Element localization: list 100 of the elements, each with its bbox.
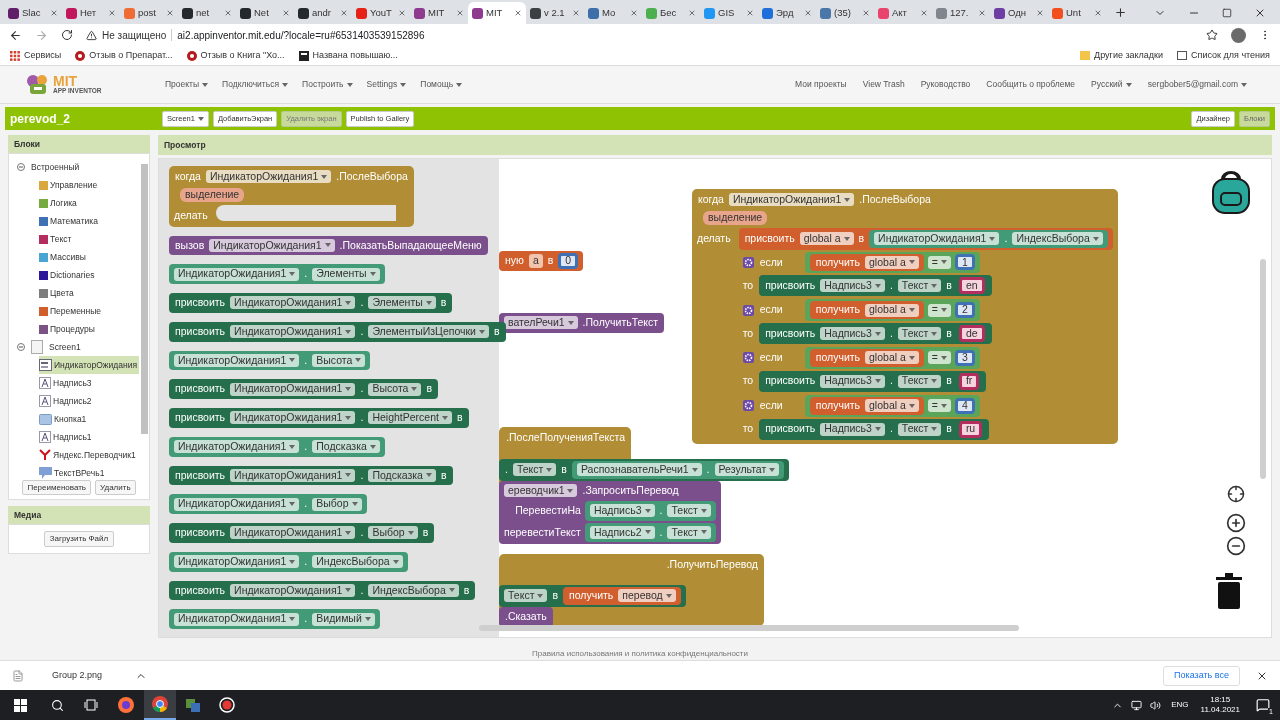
notifications-icon[interactable] xyxy=(1256,698,1270,712)
get-variable-block[interactable]: получить global a xyxy=(809,396,924,415)
block-dropdown[interactable]: ЭлементыИзЦепочки xyxy=(368,325,489,339)
block-dropdown[interactable]: Текст xyxy=(897,279,942,293)
gear-icon[interactable] xyxy=(742,400,754,412)
block-dropdown[interactable]: ИндикаторОжидания1 xyxy=(174,612,300,626)
block-dropdown[interactable]: Текст xyxy=(667,504,711,518)
new-tab-icon[interactable] xyxy=(1114,6,1127,19)
tree-item[interactable]: Управление xyxy=(39,176,139,194)
browser-tab[interactable]: (35) xyxy=(816,2,874,24)
tree-item[interactable]: Математика xyxy=(39,212,139,230)
text-block[interactable]: en xyxy=(958,277,985,295)
setter-block[interactable]: присвоить Надпись3 . Текст в de xyxy=(759,323,992,344)
browser-tab[interactable]: Бес xyxy=(642,2,700,24)
browser-tab[interactable]: v 2.1 xyxy=(526,2,584,24)
block-dropdown[interactable]: ИндексВыбора xyxy=(312,555,403,569)
tree-item[interactable]: Яндекс.Переводчик1 xyxy=(39,446,139,464)
collapse-icon[interactable] xyxy=(17,163,25,171)
scrollbar[interactable] xyxy=(1260,259,1266,479)
browser-tab[interactable]: net xyxy=(178,2,236,24)
security-label[interactable]: Не защищено xyxy=(102,27,167,43)
gear-icon[interactable] xyxy=(742,304,754,316)
tree-item[interactable]: Процедуры xyxy=(39,320,139,338)
setter-block[interactable]: присвоить ИндикаторОжидания1 . Элементы в xyxy=(169,293,453,313)
setter-block[interactable]: присвоить ИндикаторОжидания1 . ЭлементыИзЦепочки в xyxy=(169,321,506,342)
browser-tab[interactable]: Эрд xyxy=(758,2,816,24)
setter-block[interactable]: присвоить ИндикаторОжидания1 . Выбор в xyxy=(169,523,435,543)
getter-block[interactable]: ИндикаторОжидания1 . Высота xyxy=(169,350,371,371)
event-block[interactable]: когда ИндикаторОжидания1 .ПослеВыбора выделение делать xyxy=(169,166,414,227)
language-indicator[interactable]: ENG xyxy=(1171,699,1189,711)
scrollbar[interactable] xyxy=(141,164,148,434)
collapse-icon[interactable] xyxy=(17,343,25,351)
block-dropdown[interactable]: ИндикаторОжидания1 xyxy=(874,232,1000,246)
browser-tab[interactable]: 127. xyxy=(932,2,990,24)
tree-item[interactable]: Встроенный xyxy=(31,160,80,174)
tree-item[interactable]: Переменные xyxy=(39,302,139,320)
block-dropdown[interactable]: = xyxy=(927,255,951,269)
compare-block[interactable]: получить global a = 4 xyxy=(804,394,980,417)
text-block[interactable]: ru xyxy=(958,420,983,438)
block-dropdown[interactable]: перевод xyxy=(618,589,676,603)
chrome-taskbar-item[interactable] xyxy=(144,690,176,720)
getter-block[interactable]: Надпись3 . Текст xyxy=(584,500,716,521)
gear-icon[interactable] xyxy=(742,256,754,268)
getter-block[interactable]: ИндикаторОжидания1 . Выбор xyxy=(169,494,367,514)
set-variable-block[interactable]: присвоить global a в ИндикаторОжидания1 . ИндексВыбора xyxy=(738,227,1113,250)
backpack-icon[interactable] xyxy=(1209,169,1253,215)
block-dropdown[interactable]: Текст xyxy=(504,589,548,603)
tree-item[interactable]: Кнопка1 xyxy=(39,410,139,428)
reload-icon[interactable] xyxy=(61,29,73,41)
maximize-icon[interactable] xyxy=(1222,8,1232,18)
gear-icon[interactable] xyxy=(742,352,754,364)
block-dropdown[interactable]: ИндикаторОжидания1 xyxy=(728,193,855,207)
number-block[interactable]: 1 xyxy=(954,254,975,271)
block-dropdown[interactable]: global a xyxy=(865,255,919,269)
avatar-icon[interactable] xyxy=(1231,27,1246,43)
clock-date[interactable]: 11.04.2021 xyxy=(1200,705,1240,715)
menu-item[interactable]: Помощь xyxy=(420,78,463,91)
get-variable-block[interactable]: получить global a xyxy=(809,301,924,319)
call-block[interactable]: ереводчик1 .ЗапроситьПеревод ПеревестиНа Надпись3 . Текст перевестиТекст Надпись2 . Текст xyxy=(499,481,721,545)
download-item[interactable]: Group 2.png xyxy=(52,668,127,683)
get-variable-block[interactable]: получить перевод xyxy=(563,587,681,605)
bookmark[interactable]: Названа повышаю... xyxy=(298,48,398,63)
block-dropdown[interactable]: Подсказка xyxy=(312,440,380,454)
getter-block[interactable]: ИндикаторОжидания1 . ИндексВыбора xyxy=(869,229,1108,248)
text-block[interactable]: fr xyxy=(958,372,980,390)
block-dropdown[interactable]: ИндикаторОжидания1 xyxy=(174,267,300,281)
block-dropdown[interactable]: Текст xyxy=(897,327,942,340)
bookmark-star-icon[interactable] xyxy=(1206,29,1218,41)
browser-tab[interactable]: GIS xyxy=(700,2,758,24)
tree-item[interactable]: Надпись2 xyxy=(39,392,139,410)
block-dropdown[interactable]: Выбор xyxy=(368,526,418,540)
block-dropdown[interactable]: ереводчик1 xyxy=(504,484,578,498)
app-icon[interactable] xyxy=(185,697,201,713)
block-dropdown[interactable]: = xyxy=(927,303,951,317)
search-icon[interactable] xyxy=(51,698,64,712)
browser-tab[interactable]: MIT xyxy=(468,2,526,24)
bookmark[interactable]: Другие закладки xyxy=(1080,48,1164,63)
block-dropdown[interactable]: ИндикаторОжидания1 xyxy=(174,497,300,511)
setter-block[interactable]: присвоить ИндикаторОжидания1 . HeightPercent в xyxy=(169,408,469,428)
block-dropdown[interactable]: ИндикаторОжидания1 xyxy=(230,411,356,425)
clock-time[interactable]: 18:15 xyxy=(1210,695,1231,705)
block-dropdown[interactable]: Результат xyxy=(714,463,780,477)
block-dropdown[interactable]: Надпись3 xyxy=(820,279,885,293)
number-block[interactable]: 2 xyxy=(954,302,975,319)
scrollbar[interactable] xyxy=(479,625,1019,631)
browser-tab[interactable]: Мо xyxy=(584,2,642,24)
block-dropdown[interactable]: = xyxy=(927,399,951,413)
block-dropdown[interactable]: ИндикаторОжидания1 xyxy=(174,555,300,569)
browser-tab[interactable]: post xyxy=(120,2,178,24)
name-field[interactable]: a xyxy=(528,254,543,268)
get-variable-block[interactable]: получить global a xyxy=(809,253,924,272)
block-dropdown[interactable]: Надпись3 xyxy=(589,504,655,518)
block-dropdown[interactable]: Текст xyxy=(512,463,557,477)
block-dropdown[interactable]: Выбор xyxy=(312,497,362,511)
block-dropdown[interactable]: ИндикаторОжидания1 xyxy=(230,468,356,482)
header-link[interactable]: sergbober5@gmail.com xyxy=(1147,78,1247,91)
block-dropdown[interactable]: ИндексВыбора xyxy=(368,583,459,597)
text-block[interactable]: de xyxy=(958,325,985,342)
menu-item[interactable]: Подключиться xyxy=(222,78,289,91)
block-dropdown[interactable]: = xyxy=(927,351,951,365)
